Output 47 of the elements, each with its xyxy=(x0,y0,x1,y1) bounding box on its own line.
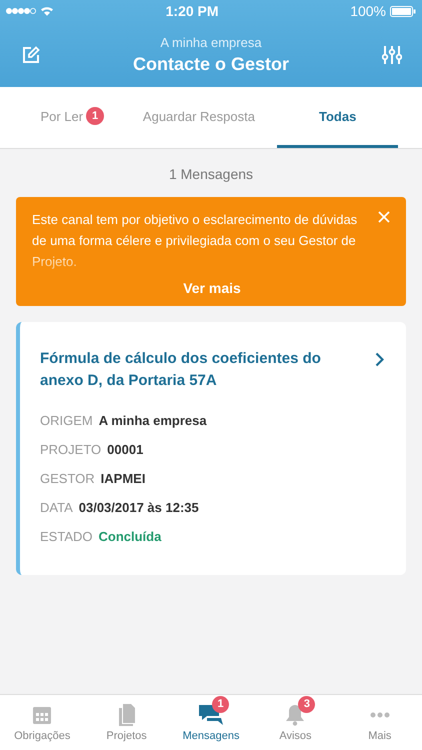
nav-item[interactable]: Projetos xyxy=(84,695,169,750)
company-name: A minha empresa xyxy=(159,34,263,50)
banner-text: Este canal tem por objetivo o esclarecimento de dúvidas de uma forma célere e privilegiada com o seu Gestor de Projeto. xyxy=(32,211,358,271)
status-time: 1:20 PM xyxy=(164,3,220,19)
battery-level: 100% xyxy=(350,3,386,19)
see-more-button[interactable]: Ver mais xyxy=(173,272,251,306)
message-title: Fórmula de cálculo dos coeficientes do anexo D, da Portaria 57A xyxy=(40,349,322,391)
calendar-icon xyxy=(32,704,52,724)
nav-item[interactable]: Obrigações xyxy=(0,695,84,750)
field-label: DATA xyxy=(40,499,73,517)
field-value: A minha empresa xyxy=(98,412,207,430)
close-icon xyxy=(378,211,390,223)
nav-item[interactable]: 3 Avisos xyxy=(253,695,338,750)
nav-item[interactable]: 1 Mensagens xyxy=(168,695,254,750)
wifi-icon xyxy=(40,6,54,16)
documents-icon xyxy=(118,704,136,726)
field-value: 03/03/2017 às 12:35 xyxy=(78,499,199,517)
field-label: ESTADO xyxy=(40,528,92,546)
nav-label: Obrigações xyxy=(14,730,70,742)
bell-icon xyxy=(285,704,306,726)
settings-icon xyxy=(382,44,402,64)
tab[interactable]: Aguardar Resposta xyxy=(120,87,278,148)
field-label: GESTOR xyxy=(40,470,95,488)
field-value: Concluída xyxy=(98,528,162,546)
compose-icon xyxy=(22,46,40,64)
battery-icon xyxy=(390,6,416,16)
unread-badge: 1 xyxy=(86,107,104,125)
more-icon xyxy=(370,712,390,718)
nav-label: Avisos xyxy=(279,730,312,742)
nav-label: Mensagens xyxy=(182,730,240,742)
field-label: PROJETO xyxy=(40,441,102,459)
field-value: IAPMEI xyxy=(100,470,146,488)
chevron-right-icon xyxy=(375,352,384,367)
close-button[interactable] xyxy=(376,209,392,225)
nav-label: Mais xyxy=(368,730,392,742)
message-count: 1 Mensagens xyxy=(168,165,254,184)
nav-item[interactable]: Mais xyxy=(338,695,422,750)
count-badge: 1 xyxy=(212,696,230,712)
field-value: 00001 xyxy=(107,441,144,459)
count-badge: 3 xyxy=(298,696,316,712)
signal-icon xyxy=(6,7,36,15)
screen-title: Contacte o Gestor xyxy=(132,54,290,74)
field-label: ORIGEM xyxy=(40,412,93,430)
nav-label: Projetos xyxy=(106,730,147,742)
tab[interactable]: Todas xyxy=(277,87,398,148)
tab[interactable]: Por Ler 1 xyxy=(24,87,121,148)
message-card[interactable]: Fórmula de cálculo dos coeficientes do anexo D, da Portaria 57A ORIGEM A minha empresa PROJETO 00001 GESTOR IAPMEI DATA 03/03/2017 às 12:35 ESTADO Concluída xyxy=(16,322,406,575)
